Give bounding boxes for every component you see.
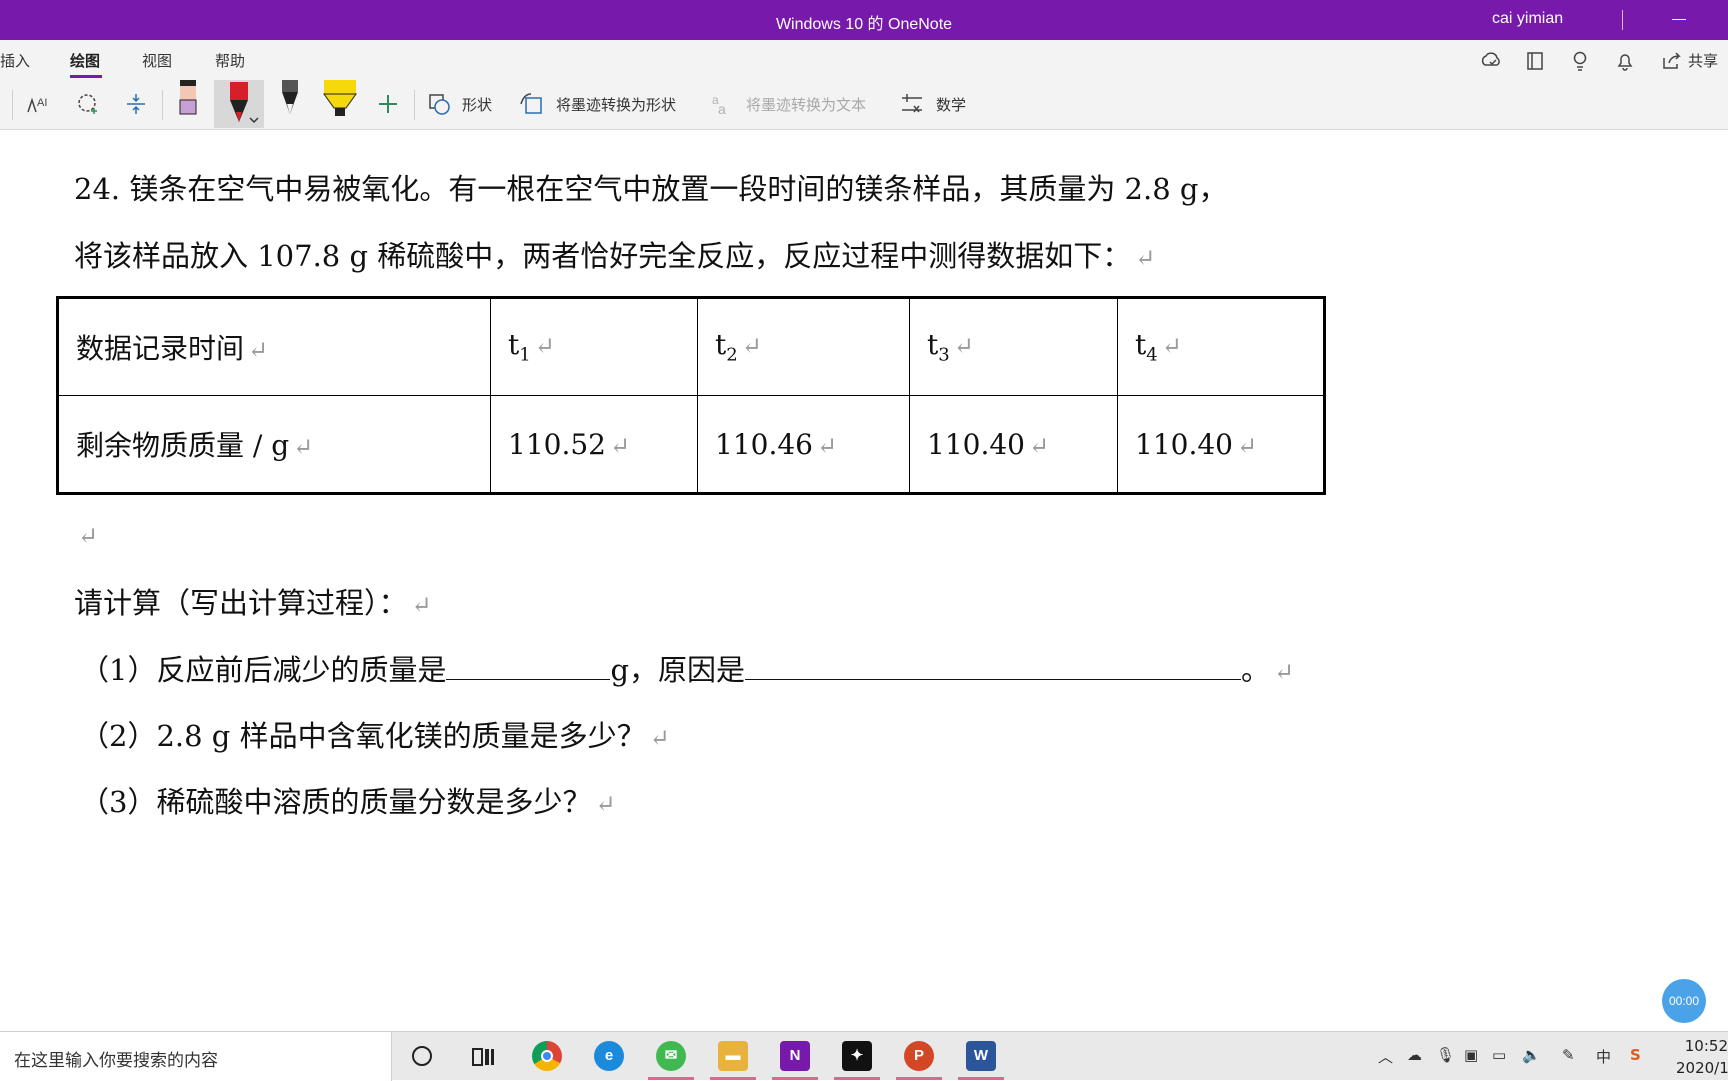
ink-to-text-icon: aa	[712, 93, 726, 117]
ink-to-shape-icon	[520, 93, 542, 114]
problem-line-2: 将该样品放入 107.8 g 稀硫酸中，两者恰好完全反应，反应过程中测得数据如下…	[74, 239, 1156, 273]
ink-to-text-label: 将墨迹转换为文本	[746, 95, 867, 114]
title-bar: Windows 10 的 OneNote cai yimian	[0, 0, 1728, 40]
notebook-icon[interactable]	[1524, 50, 1546, 72]
highlighter-yellow[interactable]	[320, 80, 360, 120]
table-cell-mass: 110.40 ↵	[909, 395, 1118, 494]
share-button[interactable]: 共享	[1688, 50, 1718, 71]
shapes-label: 形状	[462, 95, 493, 114]
svg-text:a: a	[718, 101, 726, 117]
shapes-button[interactable]: 形状	[426, 84, 492, 124]
active-tab-indicator	[70, 75, 102, 78]
question-1: （1）反应前后减少的质量是 g，原因是。 ↵	[80, 653, 1295, 687]
pen-workspace-icon[interactable]: ✎	[1562, 1046, 1575, 1064]
tab-view[interactable]: 视图	[142, 50, 172, 71]
taskbar: 在这里输入你要搜索的内容 e ✉ ▬ N ✦ P W ︿ ☁ 🎙 ▣ ▭ 🔈 ✎…	[0, 1031, 1728, 1081]
tool-divider	[414, 90, 415, 120]
wechat-icon[interactable]: ✉	[656, 1041, 686, 1071]
add-pen-button[interactable]	[374, 84, 402, 124]
onedrive-icon[interactable]: ☁	[1407, 1046, 1422, 1064]
math-button[interactable]: 数学	[898, 84, 966, 124]
ink-to-text-button[interactable]: aa 将墨迹转换为文本	[708, 84, 866, 124]
answer-blank	[745, 656, 1242, 680]
ime-indicator[interactable]: 中	[1596, 1046, 1611, 1067]
question-2: （2）2.8 g 样品中含氧化镁的质量是多少？ ↵	[80, 719, 670, 753]
title-separator	[1622, 10, 1623, 30]
ribbon: 插入 绘图 视图 帮助 共享 AI 形状 将墨迹转换为形状 a a 将墨迹转换为…	[0, 40, 1728, 130]
sync-icon[interactable]	[1480, 50, 1502, 72]
user-name[interactable]: cai yimian	[1492, 10, 1563, 28]
clock-time: 10:52	[1684, 1037, 1728, 1055]
onenote-icon[interactable]: N	[780, 1041, 810, 1071]
powerpoint-icon[interactable]: P	[904, 1041, 934, 1071]
math-label: 数学	[936, 95, 967, 114]
table-cell-mass: 110.52 ↵	[490, 395, 698, 494]
battery-icon[interactable]: ▭	[1492, 1046, 1506, 1064]
problem-line-1: 24. 镁条在空气中易被氧化。有一根在空气中放置一段时间的镁条样品，其质量为 2…	[74, 172, 1228, 206]
pencil-black[interactable]	[276, 80, 304, 120]
feishu-icon[interactable]: ✦	[842, 1041, 872, 1071]
tool-divider	[12, 90, 13, 120]
svg-text:AI: AI	[37, 97, 47, 109]
window-title: Windows 10 的 OneNote	[775, 16, 953, 33]
share-icon[interactable]	[1660, 50, 1682, 72]
answer-blank	[446, 656, 611, 680]
task-view-icon[interactable]	[472, 1046, 496, 1072]
clock-date: 2020/12	[1676, 1059, 1728, 1077]
add-space-tool[interactable]	[122, 84, 150, 124]
table-row-label: 剩余物质质量 / g ↵	[57, 395, 491, 494]
display-icon[interactable]: ▣	[1464, 1046, 1478, 1064]
table-cell-mass: 110.46 ↵	[697, 395, 910, 494]
prompt-line: 请计算（写出计算过程）： ↵	[74, 586, 432, 620]
tab-help[interactable]: 帮助	[215, 50, 245, 71]
pen-red-selected[interactable]	[214, 80, 264, 128]
table-cell-time: t1 ↵	[490, 297, 698, 396]
taskbar-search-box[interactable]: 在这里输入你要搜索的内容	[0, 1032, 392, 1081]
table-cell-time: t2 ↵	[697, 297, 910, 396]
shapes-icon	[429, 94, 450, 115]
chrome-icon[interactable]	[532, 1041, 562, 1071]
search-placeholder: 在这里输入你要搜索的内容	[14, 1051, 218, 1071]
ink-to-shape-button[interactable]: 将墨迹转换为形状	[518, 84, 676, 124]
table-cell-time: t4 ↵	[1117, 297, 1325, 396]
data-table: 数据记录时间 ↵ t1 ↵ t2 ↵ t3 ↵ t4 ↵ 剩余物质质量 / g ↵ 110.…	[56, 296, 1326, 495]
ink-to-shape-label: 将墨迹转换为形状	[556, 95, 677, 114]
math-icon	[902, 94, 922, 113]
word-icon[interactable]: W	[966, 1041, 996, 1071]
microphone-icon[interactable]: 🎙	[1436, 1046, 1455, 1064]
note-page[interactable]: 24. 镁条在空气中易被氧化。有一根在空气中放置一段时间的镁条样品，其质量为 2…	[0, 131, 1728, 1031]
table-cell-mass: 110.40 ↵	[1117, 395, 1325, 494]
volume-icon[interactable]: 🔈	[1522, 1046, 1541, 1064]
sogou-ime-icon[interactable]: S	[1630, 1046, 1641, 1064]
edge-icon[interactable]: e	[594, 1041, 624, 1071]
tab-draw[interactable]: 绘图	[70, 50, 100, 71]
table-row-label: 数据记录时间 ↵	[57, 297, 491, 396]
minimize-button[interactable]	[1672, 19, 1686, 20]
lightbulb-icon[interactable]	[1569, 50, 1591, 72]
bell-icon[interactable]	[1614, 50, 1636, 72]
recording-timer[interactable]: 00:00	[1662, 979, 1706, 1023]
tool-divider	[162, 90, 163, 120]
file-explorer-icon[interactable]: ▬	[718, 1041, 748, 1071]
lasso-select-tool[interactable]	[74, 84, 102, 124]
chevron-up-icon[interactable]: ︿	[1378, 1046, 1393, 1067]
system-clock[interactable]: 10:52 2020/12	[1676, 1035, 1728, 1079]
cortana-icon[interactable]	[412, 1046, 432, 1066]
question-3: （3）稀硫酸中溶质的质量分数是多少？ ↵	[80, 785, 616, 819]
tab-insert[interactable]: 插入	[0, 50, 30, 71]
type-select-tool[interactable]: AI	[24, 84, 52, 124]
pen-purple[interactable]	[174, 80, 202, 120]
table-cell-time: t3 ↵	[909, 297, 1118, 396]
empty-paragraph-mark: ↵	[78, 522, 99, 550]
